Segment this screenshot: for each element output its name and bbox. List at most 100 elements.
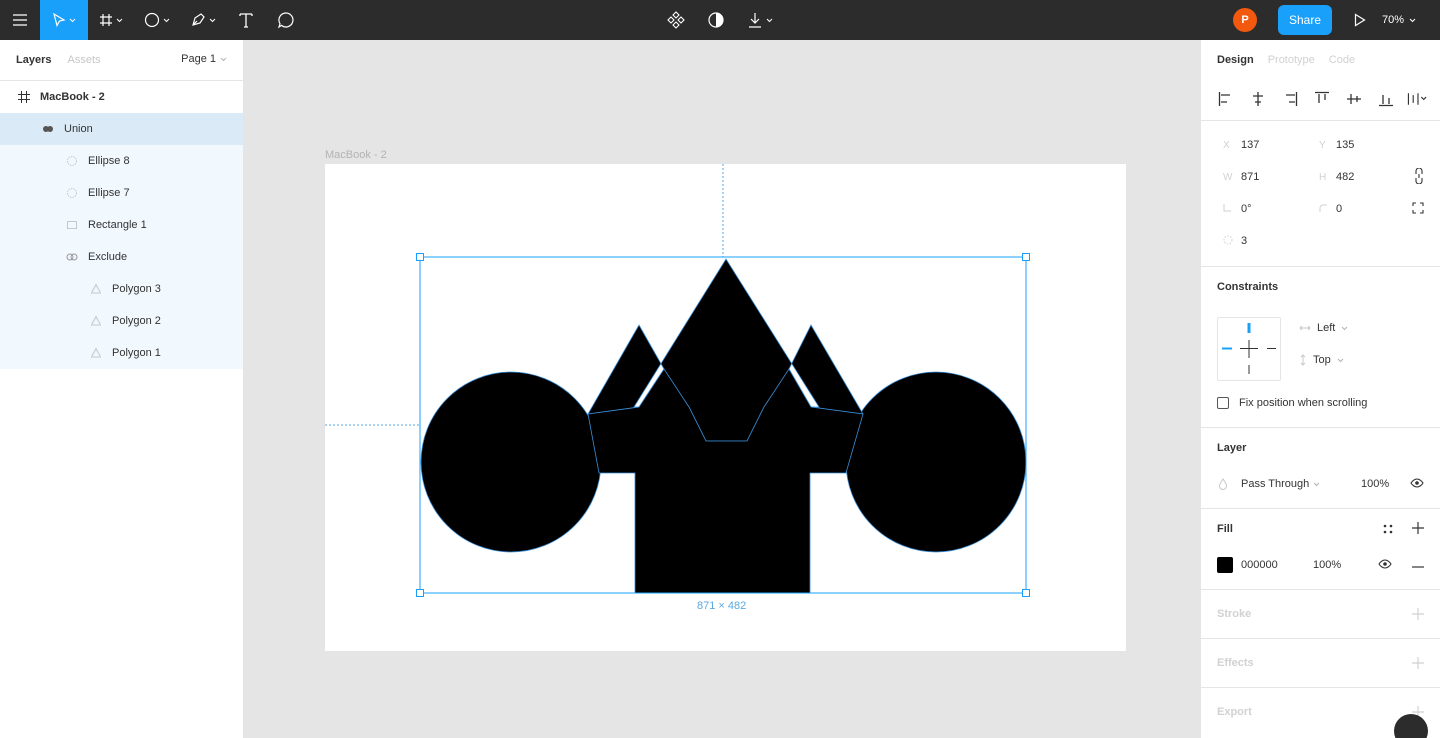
add-fill-icon[interactable] xyxy=(1412,522,1424,537)
align-vertical-center-icon[interactable] xyxy=(1343,90,1364,108)
vertical-constraint-select[interactable]: Top xyxy=(1299,354,1344,366)
layer-row-ellipse-8[interactable]: Ellipse 8 xyxy=(0,145,243,177)
distribute-icon[interactable] xyxy=(1407,90,1428,108)
layer-row-union[interactable]: Union xyxy=(0,113,243,145)
present-button[interactable] xyxy=(1346,0,1374,40)
blend-drop-icon xyxy=(1218,478,1228,490)
tab-code[interactable]: Code xyxy=(1329,54,1355,66)
page-selector[interactable]: Page 1 xyxy=(181,53,227,65)
points-field[interactable]: 3 xyxy=(1201,235,1247,248)
blend-mode-value: Pass Through xyxy=(1241,478,1310,490)
layer-name: Polygon 3 xyxy=(112,283,161,295)
ellipse-8-shape[interactable] xyxy=(845,371,1027,553)
fill-opacity-field[interactable]: 100% xyxy=(1313,559,1341,571)
layer-row-ellipse-7[interactable]: Ellipse 7 xyxy=(0,177,243,209)
width-field[interactable]: W 871 xyxy=(1201,171,1259,183)
mask-button[interactable] xyxy=(696,0,736,40)
pen-tool-button[interactable] xyxy=(180,0,226,40)
component-icon xyxy=(667,11,685,29)
fill-opacity-value: 100% xyxy=(1313,559,1342,571)
tab-design[interactable]: Design xyxy=(1217,54,1254,66)
add-stroke-icon[interactable] xyxy=(1412,608,1424,623)
rotation-icon xyxy=(1201,203,1231,215)
align-top-icon[interactable] xyxy=(1311,90,1332,108)
fix-position-label: Fix position when scrolling xyxy=(1239,397,1368,409)
x-value: 137 xyxy=(1241,139,1260,151)
align-left-icon[interactable] xyxy=(1215,90,1236,108)
constraint-widget[interactable] xyxy=(1217,317,1281,381)
chevron-down-icon xyxy=(220,57,227,61)
eye-icon[interactable] xyxy=(1410,477,1424,491)
frame-tool-button[interactable] xyxy=(88,0,134,40)
resize-handle-bl[interactable] xyxy=(416,589,424,597)
pen-icon xyxy=(192,13,205,26)
constrain-proportions-icon[interactable] xyxy=(1414,167,1424,187)
transform-section: X 137 Y 135 W 871 H 482 0° 0 3 xyxy=(1201,121,1440,267)
resize-handle-tl[interactable] xyxy=(416,253,424,261)
rotation-field[interactable]: 0° xyxy=(1201,203,1252,215)
zoom-menu[interactable]: 70% xyxy=(1382,14,1432,26)
shape-tool-button[interactable] xyxy=(134,0,180,40)
text-icon xyxy=(239,13,253,28)
toolbar: P Share 70% xyxy=(0,0,1440,40)
chevron-down-icon xyxy=(163,18,170,22)
eye-icon[interactable] xyxy=(1378,558,1392,572)
fill-color-field[interactable]: 000000 xyxy=(1217,557,1278,573)
main-menu-button[interactable] xyxy=(0,0,40,40)
ellipse-7-shape[interactable] xyxy=(420,371,602,553)
resize-handle-tr[interactable] xyxy=(1022,253,1030,261)
corner-radius-field[interactable]: 0 xyxy=(1297,203,1342,215)
align-horizontal-center-icon[interactable] xyxy=(1247,90,1268,108)
tab-layers[interactable]: Layers xyxy=(16,54,51,66)
remove-fill-icon[interactable] xyxy=(1412,559,1424,571)
height-field[interactable]: H 482 xyxy=(1297,171,1354,183)
union-shape[interactable] xyxy=(420,258,1027,594)
align-right-icon[interactable] xyxy=(1279,90,1300,108)
y-field[interactable]: Y 135 xyxy=(1297,139,1354,151)
components-button[interactable] xyxy=(656,0,696,40)
vertical-constraint-value: Top xyxy=(1313,354,1331,366)
page-name: Page 1 xyxy=(181,53,216,65)
move-tool-button[interactable] xyxy=(40,0,88,40)
canvas[interactable]: MacBook - 2 871 × 482 xyxy=(244,40,1200,738)
align-bottom-icon[interactable] xyxy=(1375,90,1396,108)
resize-handle-br[interactable] xyxy=(1022,589,1030,597)
independent-corners-icon[interactable] xyxy=(1412,201,1424,217)
ellipse-icon xyxy=(66,155,78,167)
layer-row-polygon-1[interactable]: Polygon 1 xyxy=(0,337,243,369)
styles-grid-icon[interactable] xyxy=(1382,523,1394,538)
polygon-icon xyxy=(90,283,102,295)
contrast-icon xyxy=(708,12,724,28)
horizontal-constraint-select[interactable]: Left xyxy=(1299,322,1348,334)
layer-opacity-value: 100% xyxy=(1361,478,1390,490)
vertical-arrows-icon xyxy=(1300,354,1306,366)
polygon-icon xyxy=(90,347,102,359)
polygon-icon xyxy=(90,315,102,327)
chevron-down-icon xyxy=(116,18,123,22)
export-menu-button[interactable] xyxy=(736,0,784,40)
effects-title: Effects xyxy=(1217,657,1254,669)
design-panel: Design Prototype Code X 137 Y 135 W 871 H 48… xyxy=(1200,40,1440,738)
share-button[interactable]: Share xyxy=(1278,5,1332,35)
comment-tool-button[interactable] xyxy=(266,0,306,40)
alignment-toolbar xyxy=(1201,80,1440,121)
fill-swatch[interactable] xyxy=(1217,557,1233,573)
layer-row-frame[interactable]: MacBook - 2 xyxy=(0,81,243,113)
layer-row-rectangle-1[interactable]: Rectangle 1 xyxy=(0,209,243,241)
layer-row-polygon-3[interactable]: Polygon 3 xyxy=(0,273,243,305)
add-effect-icon[interactable] xyxy=(1412,657,1424,672)
x-field[interactable]: X 137 xyxy=(1201,139,1259,151)
chevron-down-icon xyxy=(766,18,773,22)
blend-mode-select[interactable]: Pass Through xyxy=(1218,478,1320,490)
text-tool-button[interactable] xyxy=(226,0,266,40)
layer-name: Polygon 2 xyxy=(112,315,161,327)
ellipse-icon xyxy=(66,187,78,199)
avatar[interactable]: P xyxy=(1233,8,1257,32)
tab-assets[interactable]: Assets xyxy=(67,54,100,66)
fix-position-checkbox[interactable] xyxy=(1217,397,1229,409)
tab-prototype[interactable]: Prototype xyxy=(1268,54,1315,66)
layer-opacity-field[interactable]: 100% xyxy=(1361,478,1389,490)
layer-row-exclude[interactable]: Exclude xyxy=(0,241,243,273)
dimension-label: 871 × 482 xyxy=(697,600,747,612)
layer-row-polygon-2[interactable]: Polygon 2 xyxy=(0,305,243,337)
